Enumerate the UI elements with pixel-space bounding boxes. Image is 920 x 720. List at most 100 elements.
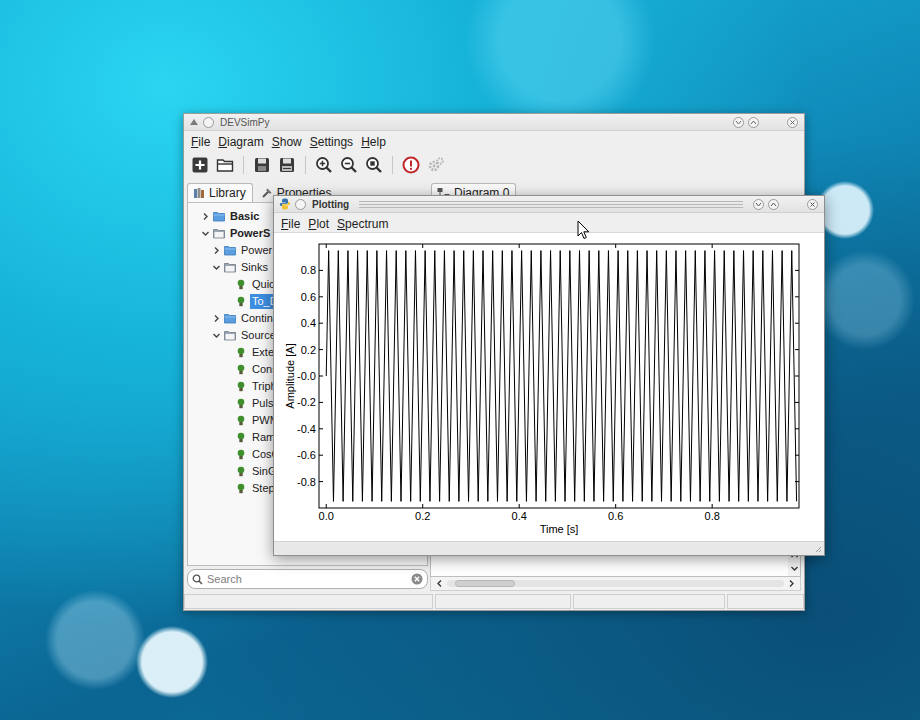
plot-frame [319,244,799,508]
menu-bar: FileDiagramShowSettingsHelp [184,131,804,151]
new-button[interactable] [191,156,209,174]
y-tick [795,323,799,324]
chart-area: 0.80.60.40.2-0.0-0.2-0.4-0.6-0.80.00.20.… [274,232,824,541]
side-tab[interactable]: Library [187,183,253,202]
menu-item[interactable]: Help [358,134,389,150]
y-tick [795,376,799,377]
collapsed-arrow-icon[interactable] [211,313,222,324]
x-tick [422,504,423,508]
new-icon [191,156,209,174]
zoom-out-icon [340,156,358,174]
x-axis-label: Time [s] [540,523,579,535]
x-tick [326,504,327,508]
y-tick [319,349,323,350]
mouse-cursor-icon [577,220,591,240]
scroll-left-icon[interactable] [435,579,444,588]
maximize-button[interactable] [768,199,779,210]
close-icon [809,201,816,208]
x-tick [615,244,616,248]
toolbar-separator [243,156,244,174]
model-icon [235,381,247,392]
books-icon [193,187,205,199]
open-folder-icon [224,262,236,273]
toolbar-separator [305,156,306,174]
expanded-arrow-icon[interactable] [200,228,211,239]
waveform-line [326,251,796,502]
clear-icon[interactable] [411,573,423,585]
open-folder-icon [224,330,236,341]
scroll-right-icon[interactable] [787,579,796,588]
menu-item[interactable]: Spectrum [334,216,391,232]
stop-button[interactable] [402,156,420,174]
model-icon [235,415,247,426]
close-icon [789,119,796,126]
expanded-arrow-icon[interactable] [211,262,222,273]
zoom-in-button[interactable] [315,156,333,174]
scroll-down-icon[interactable] [790,564,799,573]
x-tick [615,504,616,508]
zoom-fit-button[interactable] [365,156,383,174]
x-tick [712,244,713,248]
collapsed-arrow-icon[interactable] [200,211,211,222]
model-icon [235,398,247,409]
x-tick [519,244,520,248]
zoom-in-icon [315,156,333,174]
y-tick-label: -0.6 [297,449,316,461]
menu-item[interactable]: File [278,216,303,232]
y-tick-label: -0.2 [297,396,316,408]
menu-item[interactable]: Diagram [215,134,266,150]
model-icon [235,347,247,358]
title-bar[interactable]: Plotting [274,196,824,213]
y-axis-label: Amplitude [A] [284,343,296,408]
resize-grip-icon[interactable] [814,545,822,553]
search-field[interactable]: Search [187,569,428,589]
desktop: DEVSimPyFileDiagramShowSettingsHelpLibra… [0,0,920,720]
save-button[interactable] [253,156,271,174]
open-button[interactable] [216,156,234,174]
y-tick [319,296,323,297]
x-tick [326,244,327,248]
collapsed-arrow-icon[interactable] [211,245,222,256]
y-tick [795,428,799,429]
minimize-button[interactable] [733,117,744,128]
scroll-thumb[interactable] [455,580,515,587]
expanded-arrow-icon[interactable] [211,330,222,341]
status-bar [274,541,824,555]
menu-button[interactable] [295,199,306,210]
y-tick-label: 0.4 [301,317,316,329]
menu-item[interactable]: Settings [307,134,356,150]
toolbar-separator [392,156,393,174]
minimize-icon [735,119,742,126]
y-tick [319,270,323,271]
menu-item[interactable]: File [188,134,213,150]
y-tick-label: 0.2 [301,344,316,356]
y-tick [319,455,323,456]
x-tick-label: 0.4 [512,510,527,522]
zoom-out-button[interactable] [340,156,358,174]
x-tick-label: 0.0 [319,510,334,522]
title-grip[interactable] [359,201,743,208]
menu-button[interactable] [203,117,214,128]
x-tick [519,504,520,508]
close-button[interactable] [787,117,798,128]
menu-item[interactable]: Show [269,134,305,150]
horizontal-scrollbar[interactable] [430,577,801,591]
x-tick-label: 0.8 [705,510,720,522]
y-tick [319,481,323,482]
folder-icon [213,211,225,222]
y-tick [319,402,323,403]
y-tick-label: 0.6 [301,291,316,303]
close-button[interactable] [807,199,818,210]
maximize-button[interactable] [748,117,759,128]
open-folder-icon [213,228,225,239]
y-tick [319,428,323,429]
simulate-button[interactable] [427,156,445,174]
maximize-icon [750,119,757,126]
menu-item[interactable]: Plot [305,216,332,232]
y-tick [795,402,799,403]
save-as-button[interactable] [278,156,296,174]
model-icon [235,364,247,375]
minimize-button[interactable] [753,199,764,210]
window-title: Plotting [312,199,349,210]
title-bar[interactable]: DEVSimPy [184,114,804,131]
